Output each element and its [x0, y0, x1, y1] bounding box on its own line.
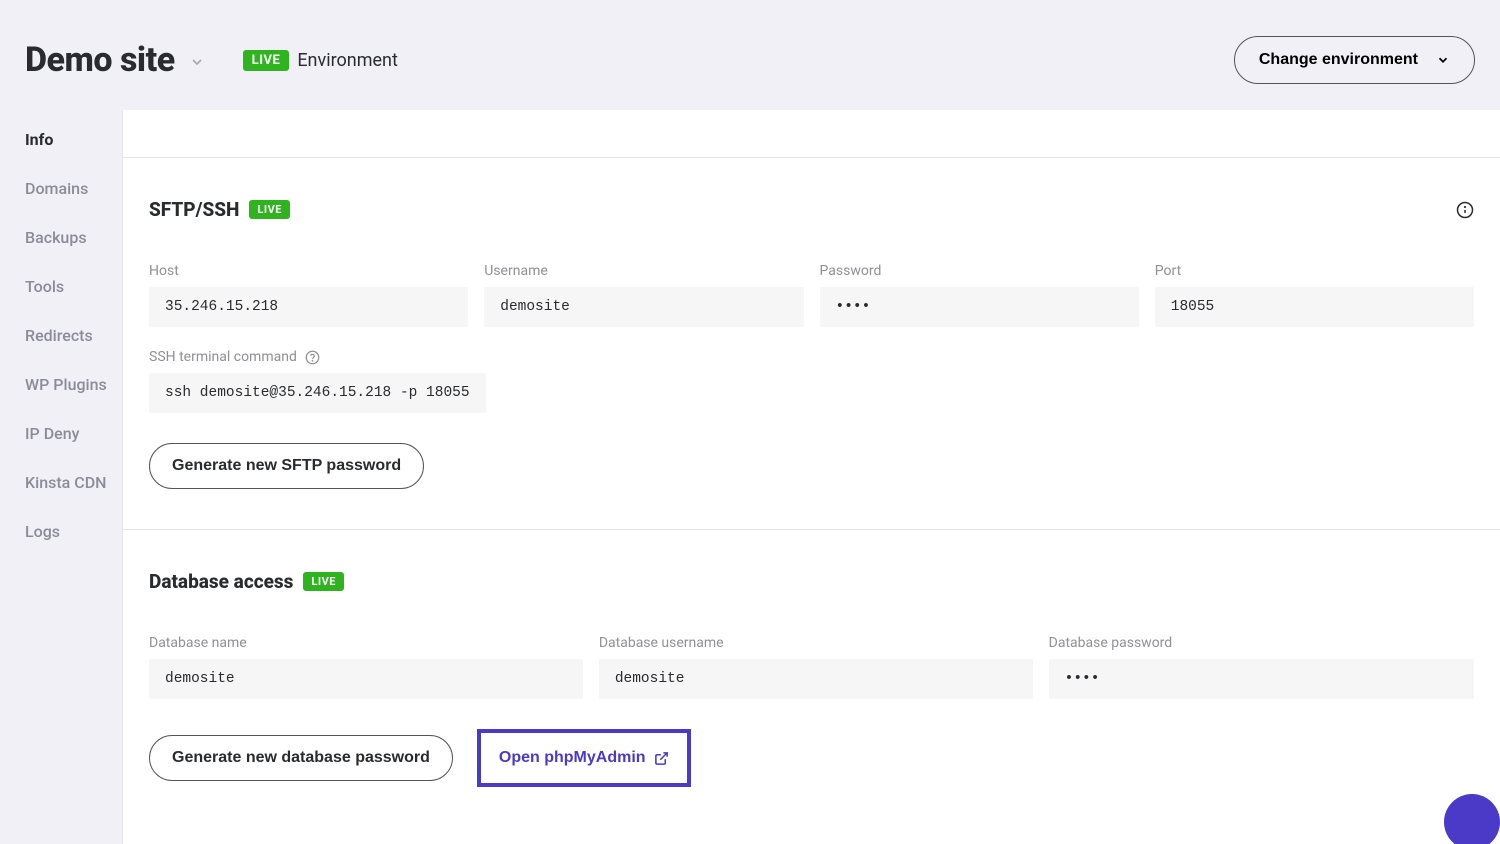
db-password-value[interactable]: ••••	[1049, 659, 1474, 699]
database-section: Database access LIVE Database name demos…	[123, 529, 1500, 844]
sidebar-item-kinsta-cdn[interactable]: Kinsta CDN	[25, 473, 122, 492]
environment-label: Environment	[297, 50, 398, 71]
db-username-label: Database username	[599, 635, 1033, 651]
sftp-password-field: Password ••••	[820, 263, 1139, 327]
chat-fab[interactable]	[1444, 794, 1500, 844]
generate-db-password-button[interactable]: Generate new database password	[149, 735, 453, 781]
site-title: Demo site	[25, 40, 175, 80]
sidebar-item-ip-deny[interactable]: IP Deny	[25, 424, 122, 443]
sidebar-item-wp-plugins[interactable]: WP Plugins	[25, 375, 122, 394]
generate-sftp-password-button[interactable]: Generate new SFTP password	[149, 443, 424, 489]
sftp-host-field: Host 35.246.15.218	[149, 263, 468, 327]
sidebar-item-info[interactable]: Info	[25, 130, 122, 149]
sftp-port-field: Port 18055	[1155, 263, 1474, 327]
sftp-title: SFTP/SSH	[149, 198, 239, 221]
live-badge: LIVE	[243, 50, 290, 71]
sftp-port-value[interactable]: 18055	[1155, 287, 1474, 327]
sidebar-item-domains[interactable]: Domains	[25, 179, 122, 198]
sftp-port-label: Port	[1155, 263, 1474, 279]
open-phpmyadmin-label: Open phpMyAdmin	[499, 749, 646, 767]
sidebar: Info Domains Backups Tools Redirects WP …	[0, 110, 122, 844]
page-header: Demo site LIVE Environment Change enviro…	[0, 0, 1500, 110]
sftp-section: SFTP/SSH LIVE Host 35.246.15.218 Usernam…	[123, 158, 1500, 529]
sidebar-item-redirects[interactable]: Redirects	[25, 326, 122, 345]
sftp-host-value[interactable]: 35.246.15.218	[149, 287, 468, 327]
info-icon[interactable]	[1456, 201, 1474, 219]
database-title: Database access	[149, 570, 293, 593]
help-icon[interactable]	[305, 350, 320, 365]
sftp-username-value[interactable]: demosite	[484, 287, 803, 327]
open-phpmyadmin-button[interactable]: Open phpMyAdmin	[483, 735, 685, 781]
db-password-field: Database password ••••	[1049, 635, 1474, 699]
open-phpmyadmin-highlight: Open phpMyAdmin	[477, 729, 691, 787]
db-name-value[interactable]: demosite	[149, 659, 583, 699]
sftp-username-label: Username	[484, 263, 803, 279]
sidebar-item-backups[interactable]: Backups	[25, 228, 122, 247]
external-link-icon	[654, 751, 669, 766]
sftp-password-value[interactable]: ••••	[820, 287, 1139, 327]
panel-top-strip	[123, 110, 1500, 158]
sidebar-item-logs[interactable]: Logs	[25, 522, 122, 541]
sftp-live-badge: LIVE	[249, 200, 290, 219]
sftp-password-label: Password	[820, 263, 1139, 279]
site-switcher-chevron[interactable]	[189, 54, 205, 70]
db-password-label: Database password	[1049, 635, 1474, 651]
sidebar-item-tools[interactable]: Tools	[25, 277, 122, 296]
change-environment-label: Change environment	[1259, 51, 1418, 69]
change-environment-button[interactable]: Change environment	[1234, 36, 1475, 84]
sftp-host-label: Host	[149, 263, 468, 279]
ssh-command-label: SSH terminal command	[149, 349, 297, 365]
main-content: SFTP/SSH LIVE Host 35.246.15.218 Usernam…	[122, 110, 1500, 844]
database-live-badge: LIVE	[303, 572, 344, 591]
ssh-command-value[interactable]: ssh demosite@35.246.15.218 -p 18055	[149, 373, 486, 413]
chevron-down-icon	[1436, 53, 1450, 67]
db-username-value[interactable]: demosite	[599, 659, 1033, 699]
db-username-field: Database username demosite	[599, 635, 1033, 699]
db-name-field: Database name demosite	[149, 635, 583, 699]
db-name-label: Database name	[149, 635, 583, 651]
header-left: Demo site LIVE Environment	[25, 40, 398, 80]
sftp-username-field: Username demosite	[484, 263, 803, 327]
